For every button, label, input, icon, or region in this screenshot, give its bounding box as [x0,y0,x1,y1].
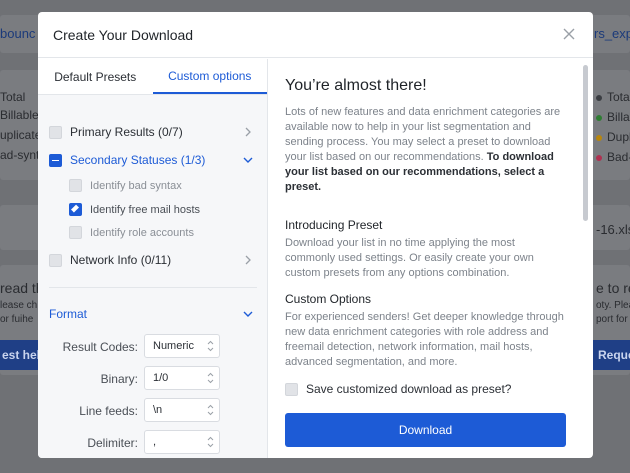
bad-syntax-checkbox[interactable] [69,179,82,192]
background-right-stat-3: Dupli [596,130,630,144]
scrollbar[interactable] [583,65,588,221]
format-heading: Format [49,307,88,321]
background-link-right: rs_exp [594,26,630,41]
chevron-down-icon [243,157,253,163]
modal-header: Create Your Download [38,12,593,58]
background-right-stat-1: Total [596,90,630,104]
result-codes-select[interactable]: Numeric [144,334,220,358]
delimiter-label: Delimiter: [87,436,138,450]
select-arrows-icon [207,404,214,416]
create-download-modal: Create Your Download Default Presets Cus… [38,12,593,458]
save-preset-row[interactable]: Save customized download as preset? [285,382,511,396]
legend-dot [596,135,602,141]
background-stat-3: uplicate [0,128,42,142]
role-accounts-checkbox[interactable] [69,226,82,239]
role-accounts-label: Identify role accounts [90,226,194,239]
option-role-accounts[interactable]: Identify role accounts [69,226,253,239]
save-preset-label: Save customized download as preset? [306,382,512,396]
binary-label: Binary: [100,372,138,386]
bad-syntax-label: Identify bad syntax [90,179,182,192]
background-right-stat-4: Bad-s [596,150,630,164]
section-divider [49,287,257,288]
free-mail-hosts-label: Identify free mail hosts [90,203,201,216]
background-help-button-right: Reques [588,340,630,370]
group-network-info[interactable]: Network Info (0/11) [49,253,253,267]
background-link-left: bounc [0,26,36,41]
background-stat-2: Billable [0,108,39,122]
delimiter-value: , [153,436,157,448]
almost-there-title: You’re almost there! [285,77,427,94]
network-info-checkbox[interactable] [49,253,62,267]
options-panel: Default Presets Custom options Primary R… [38,59,268,458]
network-info-label: Network Info (0/11) [70,253,172,267]
group-secondary-statuses[interactable]: Secondary Statuses (1/3) [49,153,253,167]
modal-title: Create Your Download [53,26,194,43]
select-arrows-icon [207,436,214,448]
chevron-right-icon [245,255,251,265]
custom-options-heading: Custom Options [285,292,372,306]
background-help-sub1-left: lease ch [0,300,38,311]
save-preset-checkbox[interactable] [285,382,298,396]
custom-options-paragraph: For experienced senders! Get deeper know… [285,311,564,368]
intro-paragraph: Lots of new features and data enrichment… [285,105,567,195]
line-feeds-value: \n [153,404,163,416]
close-icon[interactable] [561,26,577,42]
background-file-name: -16.xls [596,222,630,237]
select-arrows-icon [207,340,214,352]
select-arrows-icon [207,372,214,384]
background-right-stat-2: Billab [596,110,630,124]
primary-results-checkbox[interactable] [49,125,62,139]
legend-dot [596,95,602,101]
tab-bar: Default Presets Custom options [38,59,267,95]
option-free-mail-hosts[interactable]: Identify free mail hosts [69,203,253,216]
background-help-sub2-left: or fuihe [0,314,34,325]
option-bad-syntax[interactable]: Identify bad syntax [69,179,253,192]
background-help-sub1-right: oty. Plea [596,300,630,311]
result-codes-value: Numeric [153,340,194,352]
background-help-heading-right: e to rea [596,280,630,296]
result-codes-label: Result Codes: [62,340,138,354]
binary-value: 1/0 [153,372,169,384]
format-section-header[interactable]: Format [49,307,253,321]
delimiter-select[interactable]: , [144,430,220,454]
background-stat-1: Total [0,90,26,104]
binary-select[interactable]: 1/0 [144,366,220,390]
preset-heading: Introducing Preset [285,218,383,232]
tab-custom-options[interactable]: Custom options [152,59,267,94]
download-button[interactable]: Download [285,413,566,447]
legend-dot [596,155,602,161]
chevron-right-icon [245,127,251,137]
free-mail-hosts-checkbox[interactable] [69,203,82,216]
group-primary-results[interactable]: Primary Results (0/7) [49,125,253,139]
line-feeds-label: Line feeds: [79,404,138,418]
preset-paragraph: Download your list in no time applying t… [285,237,534,279]
secondary-statuses-label: Secondary Statuses (1/3) [70,153,206,167]
tab-default-presets[interactable]: Default Presets [38,59,153,94]
background-help-sub2-right: port for [596,314,628,325]
line-feeds-select[interactable]: \n [144,398,220,422]
chevron-down-icon [243,311,253,317]
primary-results-label: Primary Results (0/7) [70,125,183,139]
legend-dot [596,115,602,121]
info-panel: You’re almost there! Lots of new feature… [269,59,593,458]
secondary-statuses-checkbox[interactable] [49,153,62,167]
